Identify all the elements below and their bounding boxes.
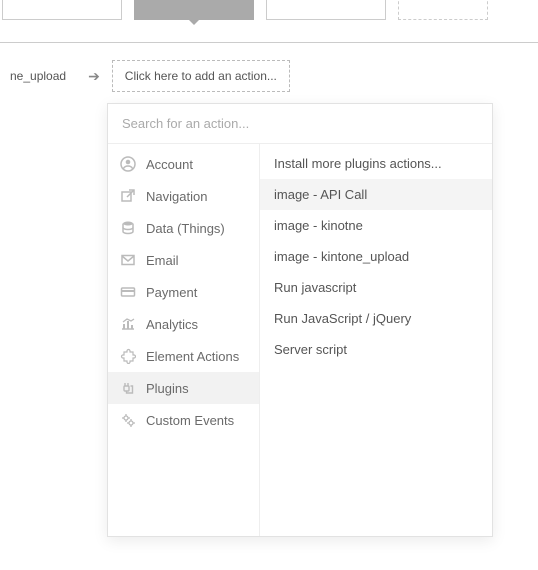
tab-add[interactable] [398,0,488,20]
envelope-icon [120,252,136,268]
puzzle-icon [120,348,136,364]
prev-step-chip[interactable]: ne_upload [0,63,76,89]
workflow-steps: ne_upload ➔ Click here to add an action.… [0,60,290,92]
plug-icon [120,380,136,396]
action-item[interactable]: Server script [260,334,492,365]
arrow-right-icon: ➔ [88,68,100,85]
category-label: Navigation [146,189,207,204]
tab[interactable] [2,0,122,20]
search-input[interactable] [108,104,492,143]
tab[interactable] [266,0,386,20]
category-label: Analytics [146,317,198,332]
action-item[interactable]: image - API Call [260,179,492,210]
divider [0,42,538,43]
action-list: Install more plugins actions...image - A… [260,144,492,536]
credit-card-icon [120,284,136,300]
category-label: Element Actions [146,349,239,364]
action-item[interactable]: image - kinotne [260,210,492,241]
action-item[interactable]: image - kintone_upload [260,241,492,272]
action-item[interactable]: Run javascript [260,272,492,303]
action-item[interactable]: Run JavaScript / jQuery [260,303,492,334]
category-item-nav[interactable]: Navigation [108,180,259,212]
search-row [108,104,492,144]
chart-icon [120,316,136,332]
category-label: Payment [146,285,197,300]
database-icon [120,220,136,236]
category-item-elements[interactable]: Element Actions [108,340,259,372]
category-item-payment[interactable]: Payment [108,276,259,308]
category-item-custom[interactable]: Custom Events [108,404,259,436]
gears-icon [120,412,136,428]
action-picker-dropdown: Account Navigation Data (Things) Email Payme… [107,103,493,537]
add-action-placeholder[interactable]: Click here to add an action... [112,60,290,92]
category-label: Custom Events [146,413,234,428]
category-label: Account [146,157,193,172]
category-item-data[interactable]: Data (Things) [108,212,259,244]
category-list: Account Navigation Data (Things) Email Payme… [108,144,260,536]
category-item-plugins[interactable]: Plugins [108,372,259,404]
tab-active[interactable] [134,0,254,20]
user-circle-icon [120,156,136,172]
workflow-tabs [0,0,538,26]
category-label: Data (Things) [146,221,225,236]
category-item-account[interactable]: Account [108,148,259,180]
category-item-email[interactable]: Email [108,244,259,276]
external-link-icon [120,188,136,204]
category-item-analytics[interactable]: Analytics [108,308,259,340]
category-label: Email [146,253,179,268]
category-label: Plugins [146,381,189,396]
action-item[interactable]: Install more plugins actions... [260,148,492,179]
